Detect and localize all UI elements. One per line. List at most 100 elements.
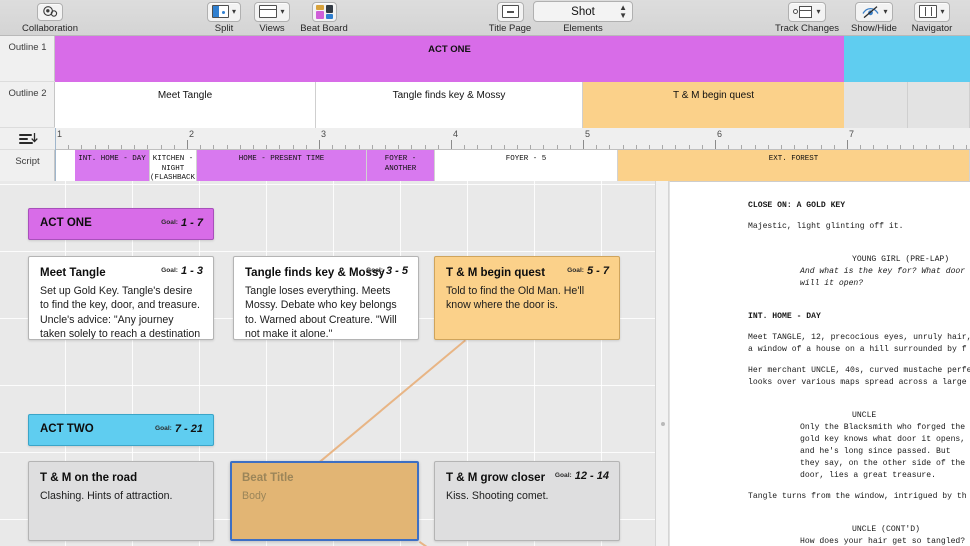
ruler-minor-tick: [913, 145, 914, 149]
script-pane[interactable]: CLOSE ON: A GOLD KEY Majestic, light glin…: [669, 181, 970, 546]
ruler-minor-tick: [226, 145, 228, 149]
ruler-minor-tick: [411, 145, 413, 149]
script-line: Majestic, light glinting off it.: [748, 222, 904, 231]
beat-card-tangle-finds-key[interactable]: Tangle finds key & Mossy Tangle loses eve…: [233, 256, 419, 340]
eye-slash-icon: [860, 5, 880, 19]
title-page-icon: [501, 5, 519, 18]
toolbar-title-page[interactable]: Title Page: [482, 1, 538, 34]
timeline-ruler[interactable]: 1 2 3 4 5 6 7: [55, 128, 970, 150]
beat-card-goal-label: Goal:: [554, 472, 572, 479]
beat-card-act-one[interactable]: ACT ONE Goal: 1 - 7: [28, 208, 214, 240]
ruler-minor-tick: [173, 145, 175, 149]
beat-card-meet-tangle[interactable]: Meet Tangle Set up Gold Key. Tangle's des…: [28, 256, 214, 340]
elements-select[interactable]: Shot ▲ ▼: [533, 1, 633, 22]
script-line: UNCLE: [852, 411, 877, 420]
screenwriting-app-window: Collaboration ▾ Split ▾ Views Beat Board…: [0, 0, 970, 546]
toolbar-elements-label: Elements: [563, 23, 603, 34]
script-line: looks over various maps spread across a …: [748, 378, 967, 387]
ruler-minor-tick: [424, 145, 426, 149]
toolbar-elements[interactable]: Shot ▲ ▼ Elements: [533, 1, 633, 34]
outline1-segment-act-one[interactable]: ACT ONE: [55, 36, 844, 82]
toolbar-show-hide-label: Show/Hide: [851, 23, 897, 34]
ruler-minor-tick: [662, 145, 664, 149]
toolbar-show-hide[interactable]: ▾ Show/Hide: [843, 1, 905, 34]
ruler-minor-tick: [952, 145, 954, 149]
toolbar-views[interactable]: ▾ Views: [248, 1, 296, 34]
ruler-minor-tick: [781, 145, 782, 149]
chevron-down-icon[interactable]: ▾: [883, 7, 887, 16]
ruler-minor-tick: [107, 145, 109, 149]
toolbar-collaboration[interactable]: Collaboration: [8, 1, 92, 34]
beat-card-act-two[interactable]: ACT TWO Goal: 7 - 21: [28, 414, 214, 446]
gutter-label-outline1[interactable]: Outline 1: [0, 36, 55, 82]
outline2-segment-empty-2[interactable]: [908, 82, 970, 128]
ruler-minor-tick: [279, 145, 281, 149]
chevron-down-icon[interactable]: ▾: [940, 7, 944, 16]
ruler-minor-tick: [807, 145, 809, 149]
chevron-down-icon[interactable]: ▾: [816, 7, 820, 16]
ruler-minor-tick: [675, 145, 677, 149]
toolbar-track-changes[interactable]: ▾ Track Changes: [770, 1, 844, 34]
stepper-arrows-icon[interactable]: ▲ ▼: [619, 4, 627, 20]
split-icon: [211, 5, 229, 18]
script-line: UNCLE (CONT'D): [852, 525, 920, 534]
beat-card-tm-begin-quest[interactable]: T & M begin quest Told to find the Old Ma…: [434, 256, 620, 340]
beat-card-goal-value: 3 - 5: [385, 265, 408, 277]
splitter-handle[interactable]: [661, 422, 665, 426]
playhead[interactable]: [55, 128, 56, 181]
outline2-segment-empty-1[interactable]: [844, 82, 908, 128]
navigator-icon: [919, 5, 938, 18]
ruler-minor-tick: [609, 145, 611, 149]
gutter-label-outline2[interactable]: Outline 2: [0, 82, 55, 128]
ruler-minor-tick: [820, 145, 822, 149]
script-line: CLOSE ON: A GOLD KEY: [748, 201, 846, 210]
ruler-minor-tick: [833, 145, 835, 149]
ruler-minor-tick: [345, 145, 347, 149]
beat-card-goal-value: 12 - 14: [574, 470, 609, 482]
outline2-segment-meet-tangle[interactable]: Meet Tangle: [55, 82, 316, 128]
ruler-minor-tick: [728, 145, 730, 149]
chevron-down-icon[interactable]: ▾: [280, 7, 284, 16]
ruler-minor-tick: [635, 145, 637, 149]
beat-card-beat-title[interactable]: Beat Title Body: [230, 461, 419, 541]
beat-card-tm-grow-closer[interactable]: T & M grow closer Kiss. Shooting comet. Go…: [434, 461, 620, 541]
chevron-down-icon[interactable]: ▾: [232, 7, 236, 16]
toolbar-beat-board[interactable]: Beat Board: [292, 1, 356, 34]
beat-card-goal-label: Goal:: [567, 267, 584, 274]
toolbar-beat-board-label: Beat Board: [300, 23, 348, 34]
ruler-minor-tick: [530, 145, 532, 149]
outline2-segment-tangle-finds-key[interactable]: Tangle finds key & Mossy: [316, 82, 583, 128]
ruler-minor-tick: [767, 145, 769, 149]
ruler-minor-tick: [398, 145, 400, 149]
ruler-minor-tick: [253, 145, 254, 149]
outline1-track: ACT ONE: [55, 36, 970, 82]
beat-connector-line: [318, 339, 466, 463]
ruler-minor-tick: [292, 145, 294, 149]
ruler-minor-tick: [517, 145, 518, 149]
ruler-minor-tick: [596, 145, 598, 149]
elements-value: Shot: [571, 5, 595, 18]
ruler-minor-tick: [741, 145, 743, 149]
beat-card-goal: Goal: 12 - 14: [555, 470, 609, 482]
gutter-label-script[interactable]: Script: [0, 150, 55, 181]
ruler-minor-tick: [81, 145, 83, 149]
ruler-minor-tick: [239, 145, 241, 149]
pane-splitter[interactable]: [655, 181, 669, 546]
beat-board-canvas[interactable]: ACT ONE Goal: 1 - 7 Meet Tangle Set up Gold …: [0, 181, 655, 546]
script-line: they say, on the other side of the: [800, 459, 966, 468]
ruler-minor-tick: [754, 145, 756, 149]
outline2-segment-tm-begin-quest[interactable]: T & M begin quest: [583, 82, 844, 128]
script-page[interactable]: CLOSE ON: A GOLD KEY Majestic, light glin…: [670, 184, 970, 546]
sort-descending-icon: [18, 133, 38, 144]
toolbar-split[interactable]: ▾ Split: [202, 1, 246, 34]
beat-card-goal: Goal: 1 - 7: [161, 217, 203, 229]
toolbar-views-label: Views: [259, 23, 285, 34]
beat-card-goal-value: 1 - 7: [180, 217, 203, 229]
outline1-segment-act-two[interactable]: [844, 36, 970, 82]
beat-card-goal-value: 1 - 3: [180, 265, 203, 277]
toolbar-navigator[interactable]: ▾ Navigator: [901, 1, 963, 34]
gutter-sort-button[interactable]: [0, 128, 55, 150]
beat-card-tm-on-the-road[interactable]: T & M on the road Clashing. Hints of attr…: [28, 461, 214, 541]
beat-board-icon: [315, 4, 333, 19]
ruler-minor-tick: [134, 145, 136, 149]
